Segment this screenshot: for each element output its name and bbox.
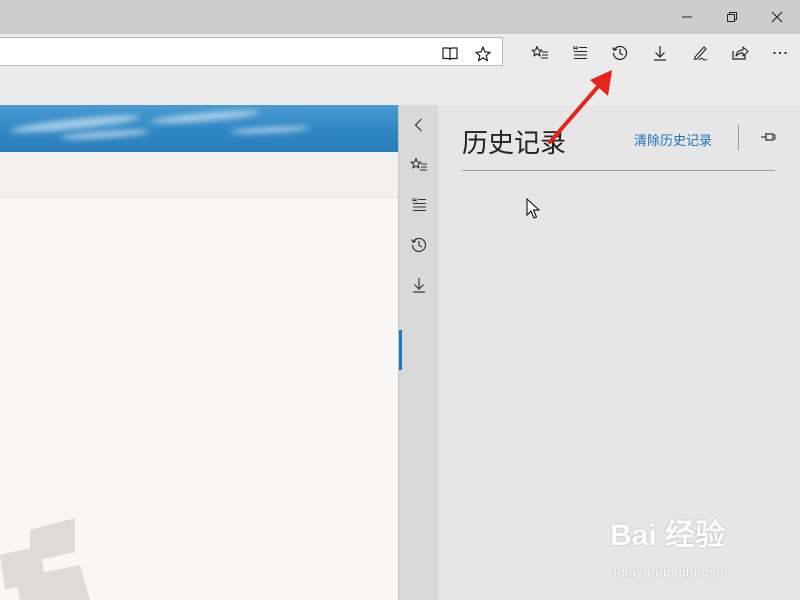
reading-view-icon: [442, 47, 458, 61]
hub-downloads-button[interactable]: [399, 265, 439, 305]
web-note-button[interactable]: [680, 34, 720, 71]
more-icon: [773, 51, 787, 54]
downloads-button[interactable]: [640, 34, 680, 71]
clear-history-link[interactable]: 清除历史记录: [634, 130, 712, 149]
hub-reading-list-button[interactable]: [399, 185, 439, 225]
annotation-arrow-icon: [548, 70, 612, 144]
more-button[interactable]: [760, 34, 800, 71]
mouse-cursor-icon: [526, 198, 540, 219]
favorites-icon: [410, 157, 427, 171]
page-banner-image: [0, 105, 398, 152]
reading-view-button[interactable]: [436, 43, 464, 65]
favorites-bar: [0, 71, 800, 105]
address-bar[interactable]: [0, 37, 503, 66]
web-page-content: [0, 105, 398, 600]
watermark-brand: Bai 经验: [610, 519, 726, 552]
title-bar: [0, 0, 800, 34]
share-icon: [732, 45, 749, 60]
header-divider: [738, 125, 739, 150]
browser-toolbar: [0, 34, 800, 71]
active-indicator: [399, 330, 402, 370]
history-icon: [611, 45, 628, 60]
restore-button[interactable]: [709, 0, 755, 34]
watermark-url: jingyan.baidu.com: [614, 565, 728, 579]
collapse-hub-button[interactable]: [399, 105, 439, 145]
reading-list-icon: [573, 45, 587, 59]
hub-rail: [398, 105, 438, 600]
envelope-decoration-icon: [0, 518, 90, 600]
minimize-icon: [682, 16, 692, 18]
pin-panel-button[interactable]: [756, 125, 780, 149]
minimize-button[interactable]: [664, 0, 710, 34]
share-button[interactable]: [720, 34, 760, 71]
add-favorite-button[interactable]: [469, 43, 497, 65]
star-icon: [475, 46, 491, 62]
close-icon: [771, 11, 783, 23]
close-button[interactable]: [754, 0, 800, 34]
chevron-left-icon: [414, 118, 422, 132]
hub-favorites-button[interactable]: [399, 145, 439, 185]
history-icon: [410, 237, 427, 253]
panel-divider: [462, 170, 775, 171]
restore-icon: [727, 12, 737, 22]
page-sub-header: [0, 152, 398, 198]
reading-list-icon: [412, 198, 426, 211]
hub-history-button[interactable]: [399, 225, 439, 265]
favorites-icon: [531, 45, 548, 58]
download-icon: [654, 45, 666, 61]
pin-icon: [761, 133, 776, 141]
pen-icon: [693, 45, 708, 60]
download-icon: [413, 278, 425, 293]
